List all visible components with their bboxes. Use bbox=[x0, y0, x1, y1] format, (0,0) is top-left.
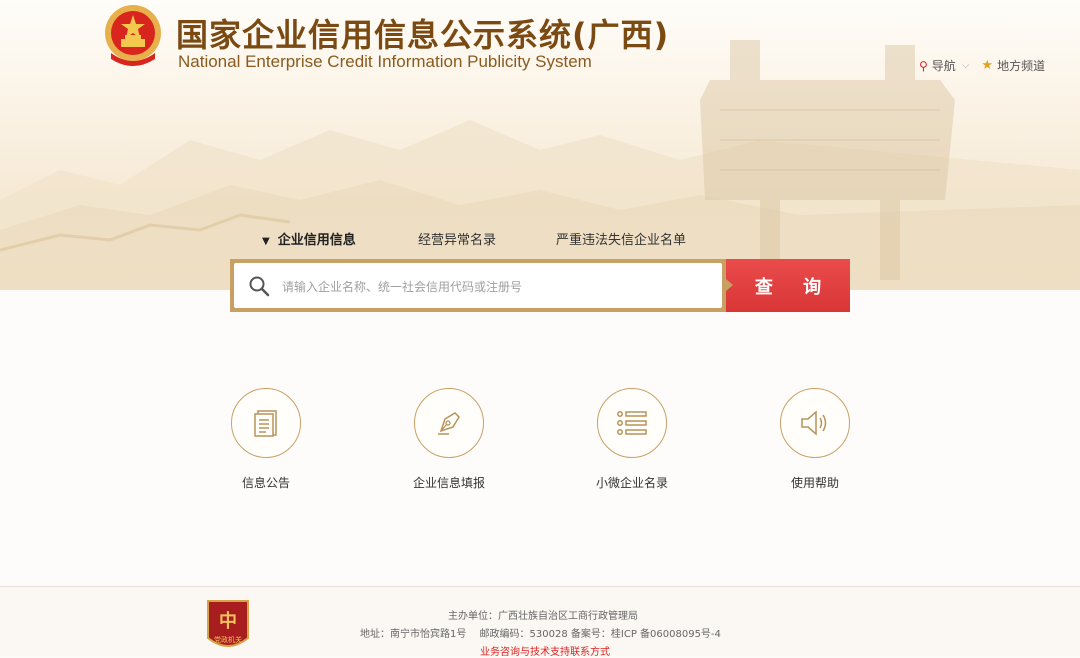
tab-label: 企业信用信息 bbox=[277, 233, 356, 248]
search-button[interactable]: 查 询 bbox=[726, 259, 850, 312]
search-bar: 查 询 bbox=[230, 259, 850, 312]
document-icon bbox=[254, 410, 277, 437]
national-emblem-logo bbox=[103, 3, 163, 69]
government-badge[interactable]: 中 党政机关 bbox=[205, 598, 251, 654]
tab-enterprise-credit[interactable]: ▼ 企业信用信息 bbox=[262, 229, 356, 248]
svg-text:中: 中 bbox=[219, 610, 237, 632]
footer-sponsor: 主办单位：广西壮族自治区工商行政管理局 bbox=[448, 611, 638, 622]
tab-label: 严重违法失信企业名单 bbox=[556, 233, 687, 248]
search-category-tabs: ▼ 企业信用信息 经营异常名录 严重违法失信企业名单 bbox=[0, 229, 1080, 249]
feature-usage-help[interactable]: 使用帮助 bbox=[745, 388, 885, 491]
location-pin-icon: ⚲ bbox=[919, 58, 928, 73]
list-icon bbox=[617, 411, 647, 435]
feature-circle[interactable] bbox=[780, 388, 850, 458]
search-icon bbox=[249, 276, 270, 297]
footer-address: 地址：南宁市怡宾路1号 邮政编码：530028 备案号：桂ICP 备060080… bbox=[360, 629, 721, 640]
feature-label[interactable]: 小微企业名录 bbox=[562, 474, 702, 491]
footer: 中 党政机关 主办单位：广西壮族自治区工商行政管理局 地址：南宁市怡宾路1号 邮… bbox=[0, 586, 1080, 658]
search-box-frame bbox=[230, 259, 726, 312]
speaker-icon bbox=[801, 410, 827, 436]
top-links: ⚲ 导航 ⌵ ★ 地方频道 bbox=[919, 57, 1045, 74]
footer-contact-link[interactable]: 业务咨询与技术支持联系方式 bbox=[480, 643, 610, 658]
feature-label[interactable]: 使用帮助 bbox=[745, 474, 885, 491]
svg-text:党政机关: 党政机关 bbox=[214, 635, 242, 644]
tab-abnormal-operations[interactable]: 经营异常名录 bbox=[418, 229, 496, 248]
feature-enterprise-report[interactable]: 企业信息填报 bbox=[379, 388, 519, 491]
feature-circle[interactable] bbox=[414, 388, 484, 458]
local-channel-link[interactable]: 地方频道 bbox=[997, 57, 1045, 74]
feature-info-announcement[interactable]: 信息公告 bbox=[196, 388, 336, 491]
pen-icon bbox=[438, 412, 460, 435]
caret-down-icon: ▼ bbox=[262, 236, 270, 247]
star-icon: ★ bbox=[981, 58, 994, 73]
feature-small-enterprise-list[interactable]: 小微企业名录 bbox=[562, 388, 702, 491]
site-title-chinese: 国家企业信用信息公示系统(广西) bbox=[176, 16, 670, 54]
feature-circle[interactable] bbox=[231, 388, 301, 458]
tab-serious-violations[interactable]: 严重违法失信企业名单 bbox=[556, 229, 686, 248]
chevron-down-icon[interactable]: ⌵ bbox=[962, 60, 970, 71]
search-field[interactable] bbox=[234, 263, 722, 310]
content-background bbox=[0, 290, 1080, 586]
site-title-english: National Enterprise Credit Information P… bbox=[178, 52, 592, 71]
tab-label: 经营异常名录 bbox=[418, 233, 497, 248]
search-input[interactable] bbox=[280, 263, 704, 310]
feature-label[interactable]: 信息公告 bbox=[196, 474, 336, 491]
feature-label[interactable]: 企业信息填报 bbox=[379, 474, 519, 491]
feature-circle[interactable] bbox=[597, 388, 667, 458]
nav-link[interactable]: 导航 bbox=[932, 57, 956, 74]
